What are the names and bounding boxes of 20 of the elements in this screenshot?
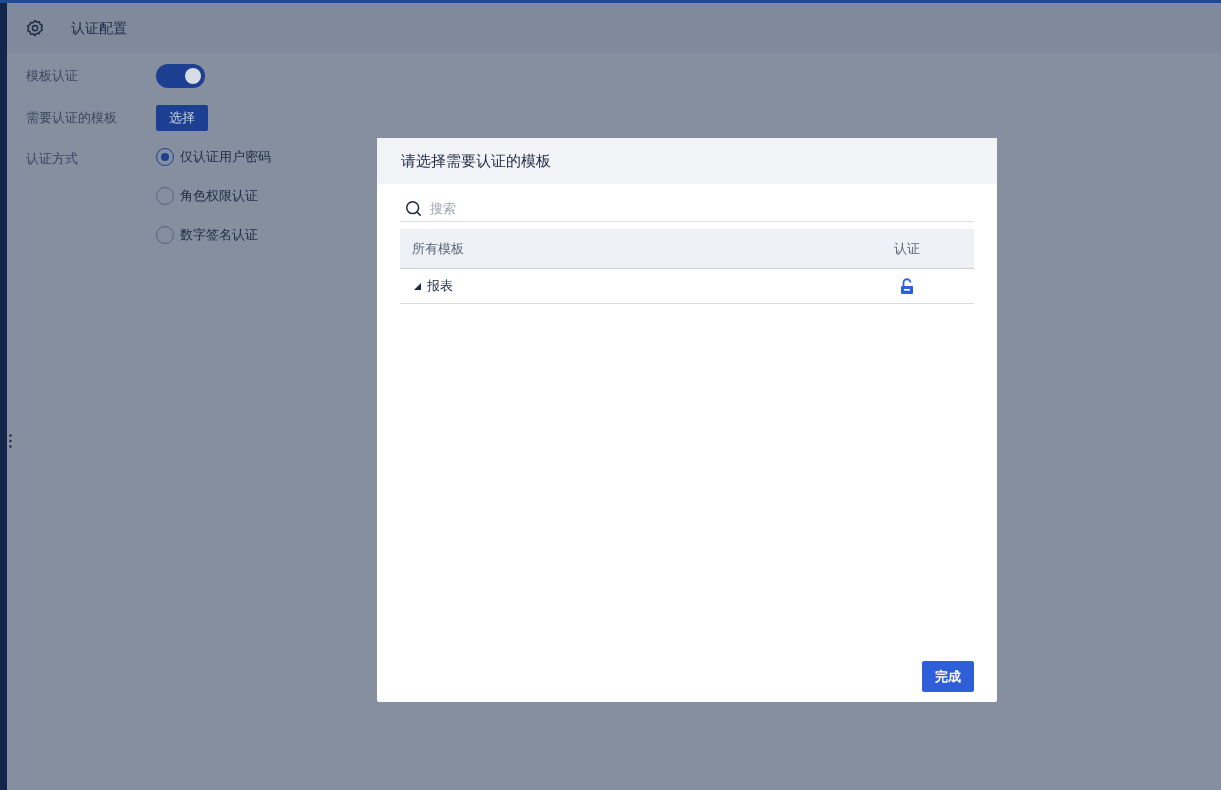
search-field[interactable]: 搜索 (430, 198, 969, 219)
settings-icon[interactable] (26, 19, 44, 37)
field-label: 需要认证的模板 (26, 109, 118, 128)
toggle-switch[interactable] (156, 64, 205, 88)
done-button[interactable]: 完成 (922, 661, 974, 692)
tree-item-label[interactable]: 报表 (427, 276, 453, 296)
select-button[interactable]: 选择 (156, 105, 208, 131)
expanded-triangle-icon[interactable] (414, 282, 421, 290)
drag-handle-icon[interactable] (9, 434, 12, 448)
radio-label: 数字签名认证 (180, 226, 258, 245)
search-icon (405, 200, 422, 217)
field-label: 模板认证 (26, 67, 79, 86)
unlocked-padlock-icon[interactable] (900, 278, 914, 294)
column-header: 所有模板 (411, 239, 465, 258)
radio-label: 仅认证用户密码 (180, 148, 271, 167)
field-label: 认证方式 (26, 150, 79, 168)
radio-label: 角色权限认证 (180, 187, 258, 206)
page-title: 认证配置 (71, 18, 127, 38)
dialog-title: 请选择需要认证的模板 (401, 150, 551, 171)
column-header: 认证 (893, 239, 921, 258)
